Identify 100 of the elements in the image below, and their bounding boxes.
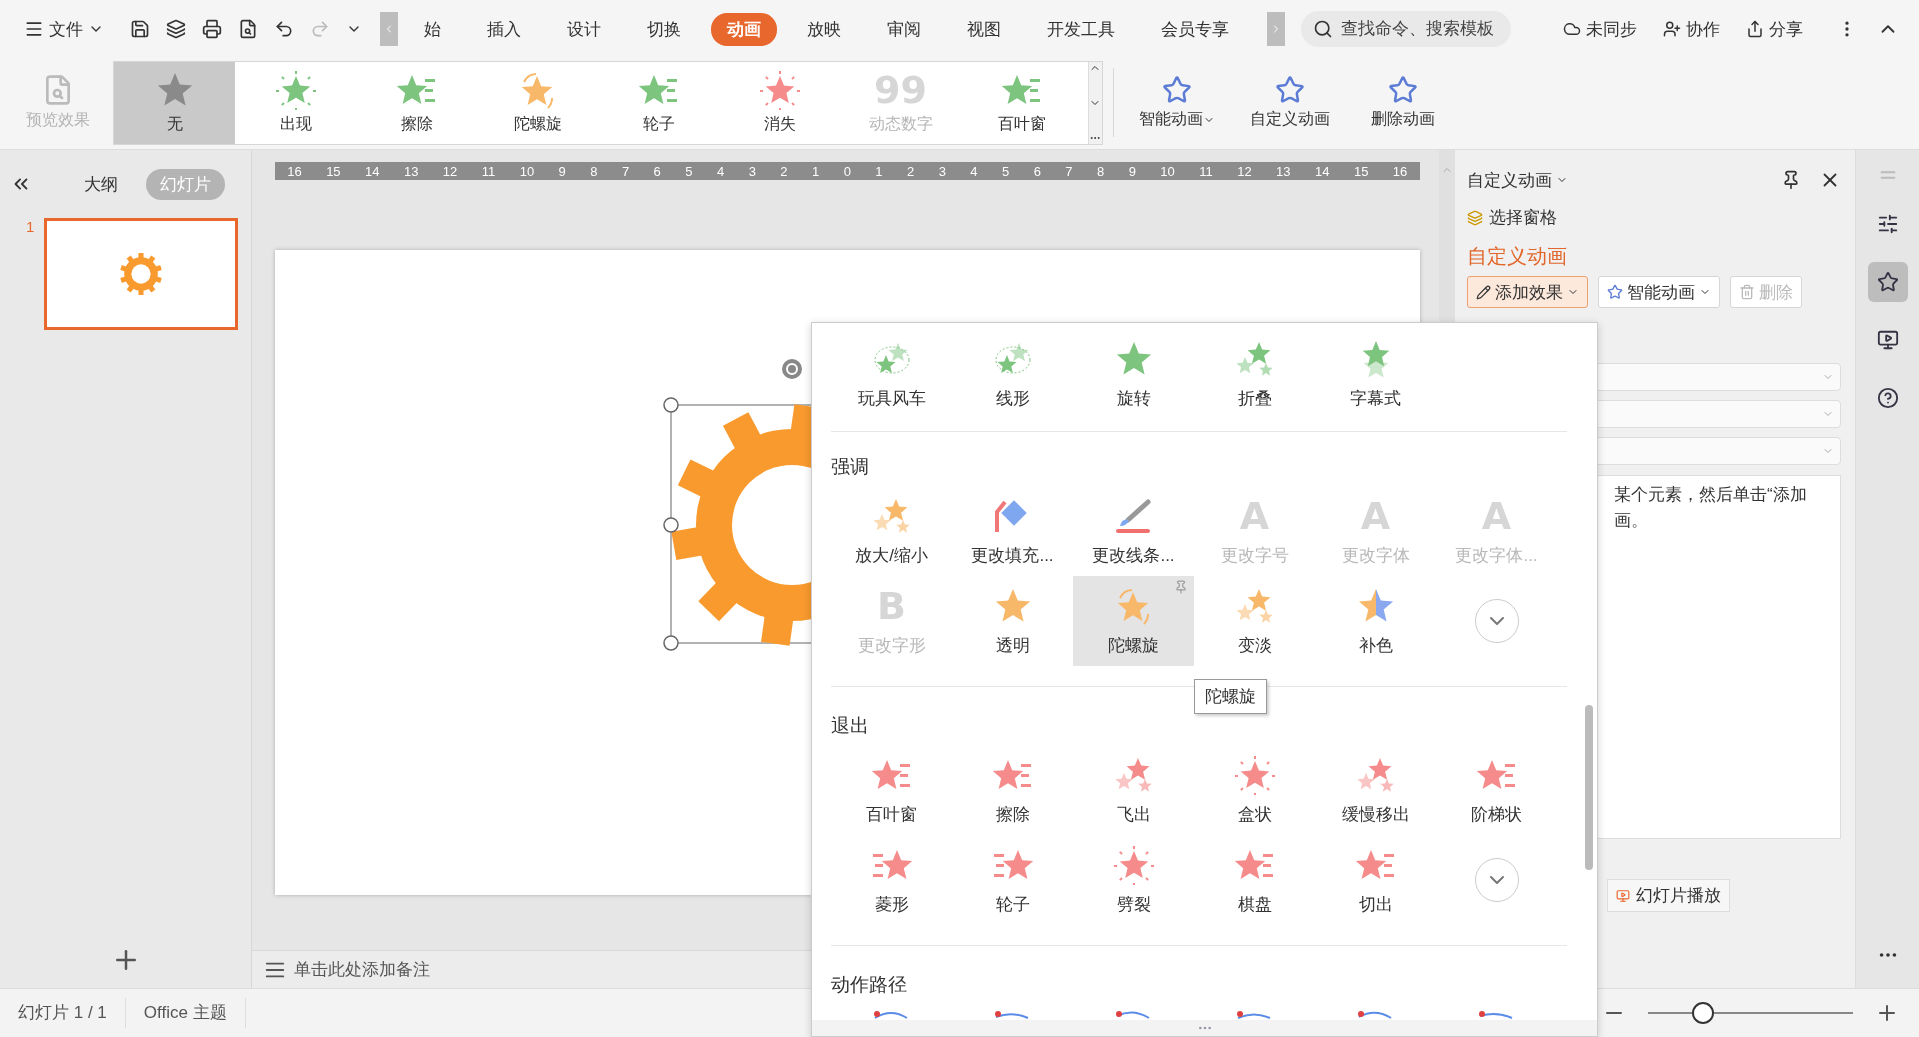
help-icon (1876, 387, 1899, 409)
ribbon-button[interactable]: 自定义动画 (1237, 62, 1342, 143)
effect-option[interactable]: 棋盘 (1194, 835, 1315, 925)
effect-option[interactable]: 消失 (719, 61, 840, 144)
pane-button[interactable]: 添加效果 (1467, 276, 1588, 308)
scrollbar[interactable] (1585, 705, 1593, 870)
star-icon (1161, 75, 1192, 105)
effect-option[interactable]: 陀螺旋 (1073, 576, 1194, 666)
ruler-label: 3 (938, 163, 946, 179)
toolbar-action[interactable]: 分享 (1740, 11, 1809, 47)
slide-thumbnail[interactable] (44, 218, 239, 330)
ruler-label: 8 (1097, 163, 1105, 179)
sliders-icon (1876, 213, 1899, 235)
panel-tab[interactable]: 大纲 (70, 168, 132, 200)
ruler-label: 8 (590, 163, 598, 179)
star-icon (1876, 271, 1899, 293)
section-title: 退出 (831, 714, 869, 738)
effect-option[interactable]: 盒状 (1194, 745, 1315, 835)
animation-button[interactable] (1867, 262, 1908, 302)
ribbon-tab[interactable]: 放映 (791, 12, 857, 46)
ribbon-button[interactable]: 删除动画 (1350, 62, 1455, 143)
effect-option[interactable]: 透明 (952, 576, 1073, 666)
ribbon-tab[interactable]: 插入 (471, 12, 537, 46)
ribbon-tab[interactable]: 开发工具 (1031, 12, 1131, 46)
effect-option[interactable]: 更改线条... (1073, 486, 1194, 576)
file-menu[interactable]: 文件 (18, 11, 110, 47)
effect-option[interactable]: 切出 (1315, 835, 1436, 925)
toolbar-action[interactable]: 未同步 (1557, 11, 1643, 47)
effect-option[interactable]: 缓慢移出 (1315, 745, 1436, 835)
notes-placeholder[interactable]: 单击此处添加备注 (294, 958, 430, 981)
ruler-label: 6 (1033, 163, 1041, 179)
effect-option[interactable]: 百叶窗 (961, 61, 1082, 144)
effect-option[interactable]: 旋转 (1073, 329, 1194, 419)
effect-option[interactable]: 线形 (952, 329, 1073, 419)
zoom-thumb[interactable] (1692, 1002, 1715, 1024)
effect-option[interactable]: 菱形 (831, 835, 952, 925)
effect-option[interactable]: 擦除 (356, 61, 477, 144)
cloud-icon (1563, 20, 1581, 38)
effect-option[interactable]: 出现 (235, 61, 356, 144)
ruler-label: 5 (1002, 163, 1010, 179)
pane-button[interactable]: 智能动画 (1598, 276, 1720, 308)
save-icon[interactable] (130, 19, 150, 39)
effect-option[interactable]: 劈裂 (1073, 835, 1194, 925)
ruler-label: 7 (1065, 163, 1073, 179)
ruler-label: 9 (558, 163, 566, 179)
ribbon-tab[interactable]: 视图 (951, 12, 1017, 46)
ribbon-tab[interactable]: 审阅 (871, 12, 937, 46)
search-icon (1313, 19, 1333, 39)
ribbon-tab[interactable]: 设计 (551, 12, 617, 46)
effect-option[interactable]: 变淡 (1194, 576, 1315, 666)
ruler-label: 16 (287, 163, 302, 179)
effect-option[interactable]: 补色 (1315, 576, 1436, 666)
effect-option[interactable]: 轮子 (952, 835, 1073, 925)
effect-option[interactable]: 更改填充... (952, 486, 1073, 576)
star-icon (1607, 284, 1623, 300)
search-field[interactable]: 查找命令、搜索模板 (1301, 11, 1511, 47)
toolbar-action[interactable]: 协作 (1657, 11, 1726, 47)
ruler-label: 2 (907, 163, 915, 179)
ruler-label: 7 (621, 163, 630, 179)
ruler-label: 1 (875, 163, 883, 179)
ribbon-tab[interactable]: 切换 (631, 12, 697, 46)
effect-option[interactable]: 折叠 (1194, 329, 1315, 419)
selection-pane-link[interactable]: 选择窗格 (1467, 198, 1841, 237)
effect-option[interactable]: 无 (114, 61, 235, 144)
effect-option[interactable]: 轮子 (598, 61, 719, 144)
expand-button[interactable] (1474, 599, 1519, 643)
effect-option[interactable]: 放大/缩小 (831, 486, 952, 576)
play-button[interactable]: 幻灯片播放 (1607, 879, 1730, 912)
expand-button[interactable] (1474, 858, 1519, 902)
hint-text: 某个元素，然后单击“添加 (1614, 484, 1808, 506)
undo-icon[interactable] (274, 19, 294, 39)
ribbon-tab[interactable]: 始 (408, 12, 457, 46)
effect-option[interactable]: 阶梯状 (1436, 745, 1557, 835)
ribbon-button[interactable]: 智能动画 (1124, 62, 1229, 143)
slide-number: 1 (26, 218, 35, 237)
effect-option[interactable]: 玩具风车 (831, 329, 952, 419)
ruler-label: 5 (685, 163, 693, 179)
pane-title[interactable]: 自定义动画 (1467, 168, 1552, 192)
effect-option[interactable]: 飞出 (1073, 745, 1194, 835)
print-preview-icon[interactable] (238, 19, 258, 39)
effect-option[interactable]: 百叶窗 (831, 745, 952, 835)
effect-option[interactable]: 擦除 (952, 745, 1073, 835)
pin-icon[interactable] (1781, 170, 1801, 190)
ruler-label: 4 (716, 163, 725, 179)
ruler-label: 9 (1128, 163, 1136, 179)
effect-option[interactable]: 陀螺旋 (477, 61, 598, 144)
ruler-label: 10 (1160, 163, 1175, 179)
ruler-label: 12 (442, 163, 458, 179)
star-icon (1387, 75, 1418, 105)
effect-option[interactable]: 字幕式 (1315, 329, 1436, 419)
ruler-label: 13 (403, 163, 419, 179)
ruler-label: 1 (811, 163, 820, 179)
ribbon-tab[interactable]: 会员专享 (1145, 12, 1245, 46)
pencil-icon (1476, 284, 1491, 300)
print-icon[interactable] (202, 19, 222, 39)
ruler-label: 10 (519, 163, 535, 179)
ruler-label: 13 (1276, 163, 1291, 179)
share-icon (1746, 20, 1764, 38)
redo-icon[interactable] (310, 19, 330, 39)
zoom-slider[interactable] (1648, 1001, 1853, 1025)
